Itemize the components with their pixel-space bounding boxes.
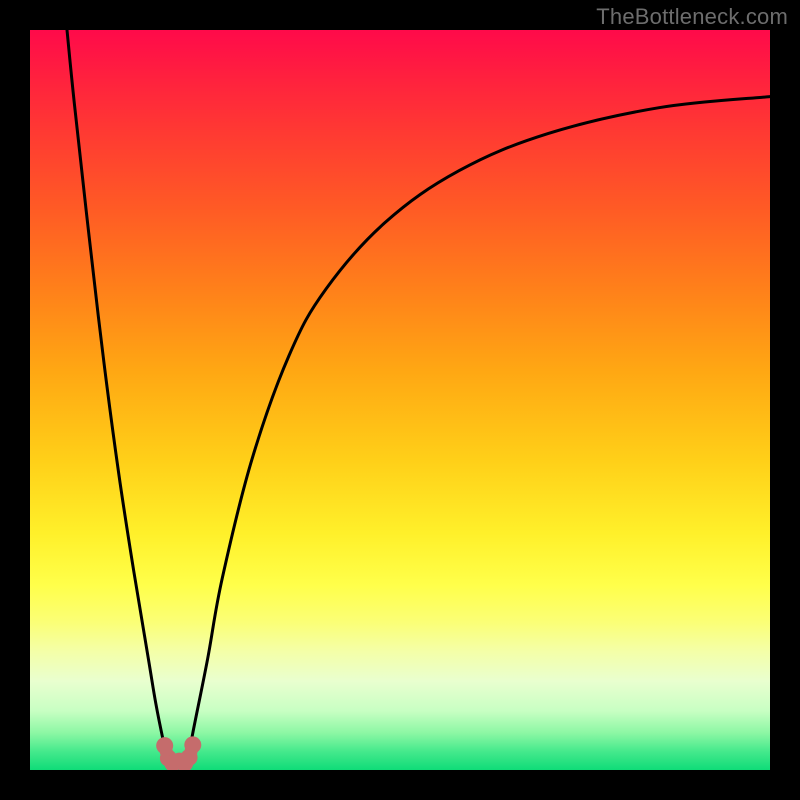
series-left-branch	[67, 30, 167, 755]
series-right-branch	[189, 97, 770, 756]
watermark-text: TheBottleneck.com	[596, 4, 788, 30]
curve-layer	[30, 30, 770, 770]
plot-area	[30, 30, 770, 770]
chart-frame: TheBottleneck.com	[0, 0, 800, 800]
bottom-marker-cluster	[156, 736, 201, 770]
marker-point	[184, 736, 201, 753]
bottleneck-curve	[67, 30, 770, 755]
